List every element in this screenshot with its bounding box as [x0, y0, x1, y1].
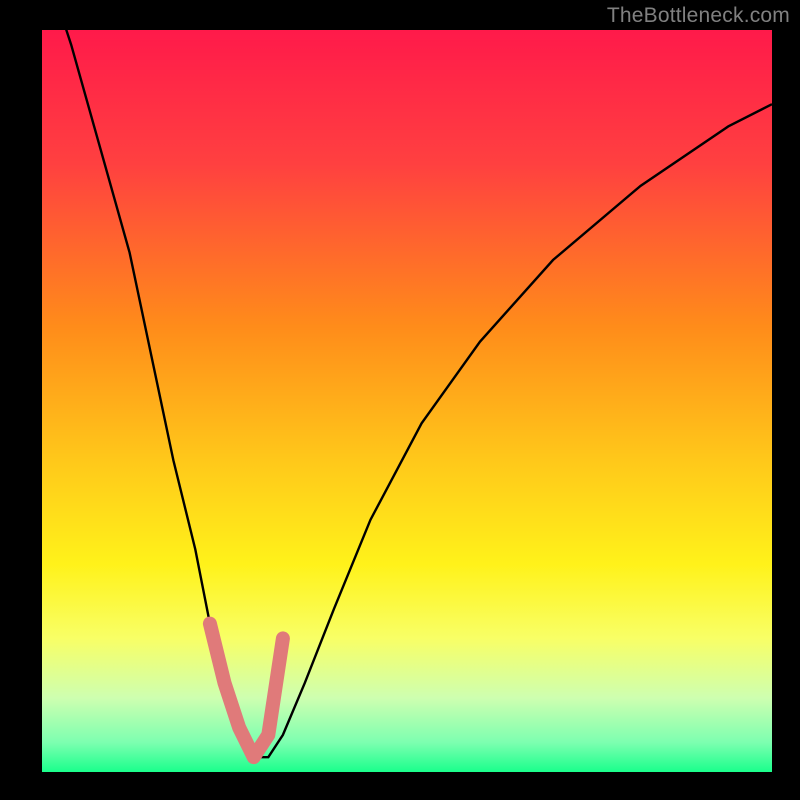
watermark-text: TheBottleneck.com	[607, 4, 790, 28]
bottleneck-chart	[0, 0, 800, 800]
chart-frame: TheBottleneck.com	[0, 0, 800, 800]
plot-background	[42, 30, 772, 772]
